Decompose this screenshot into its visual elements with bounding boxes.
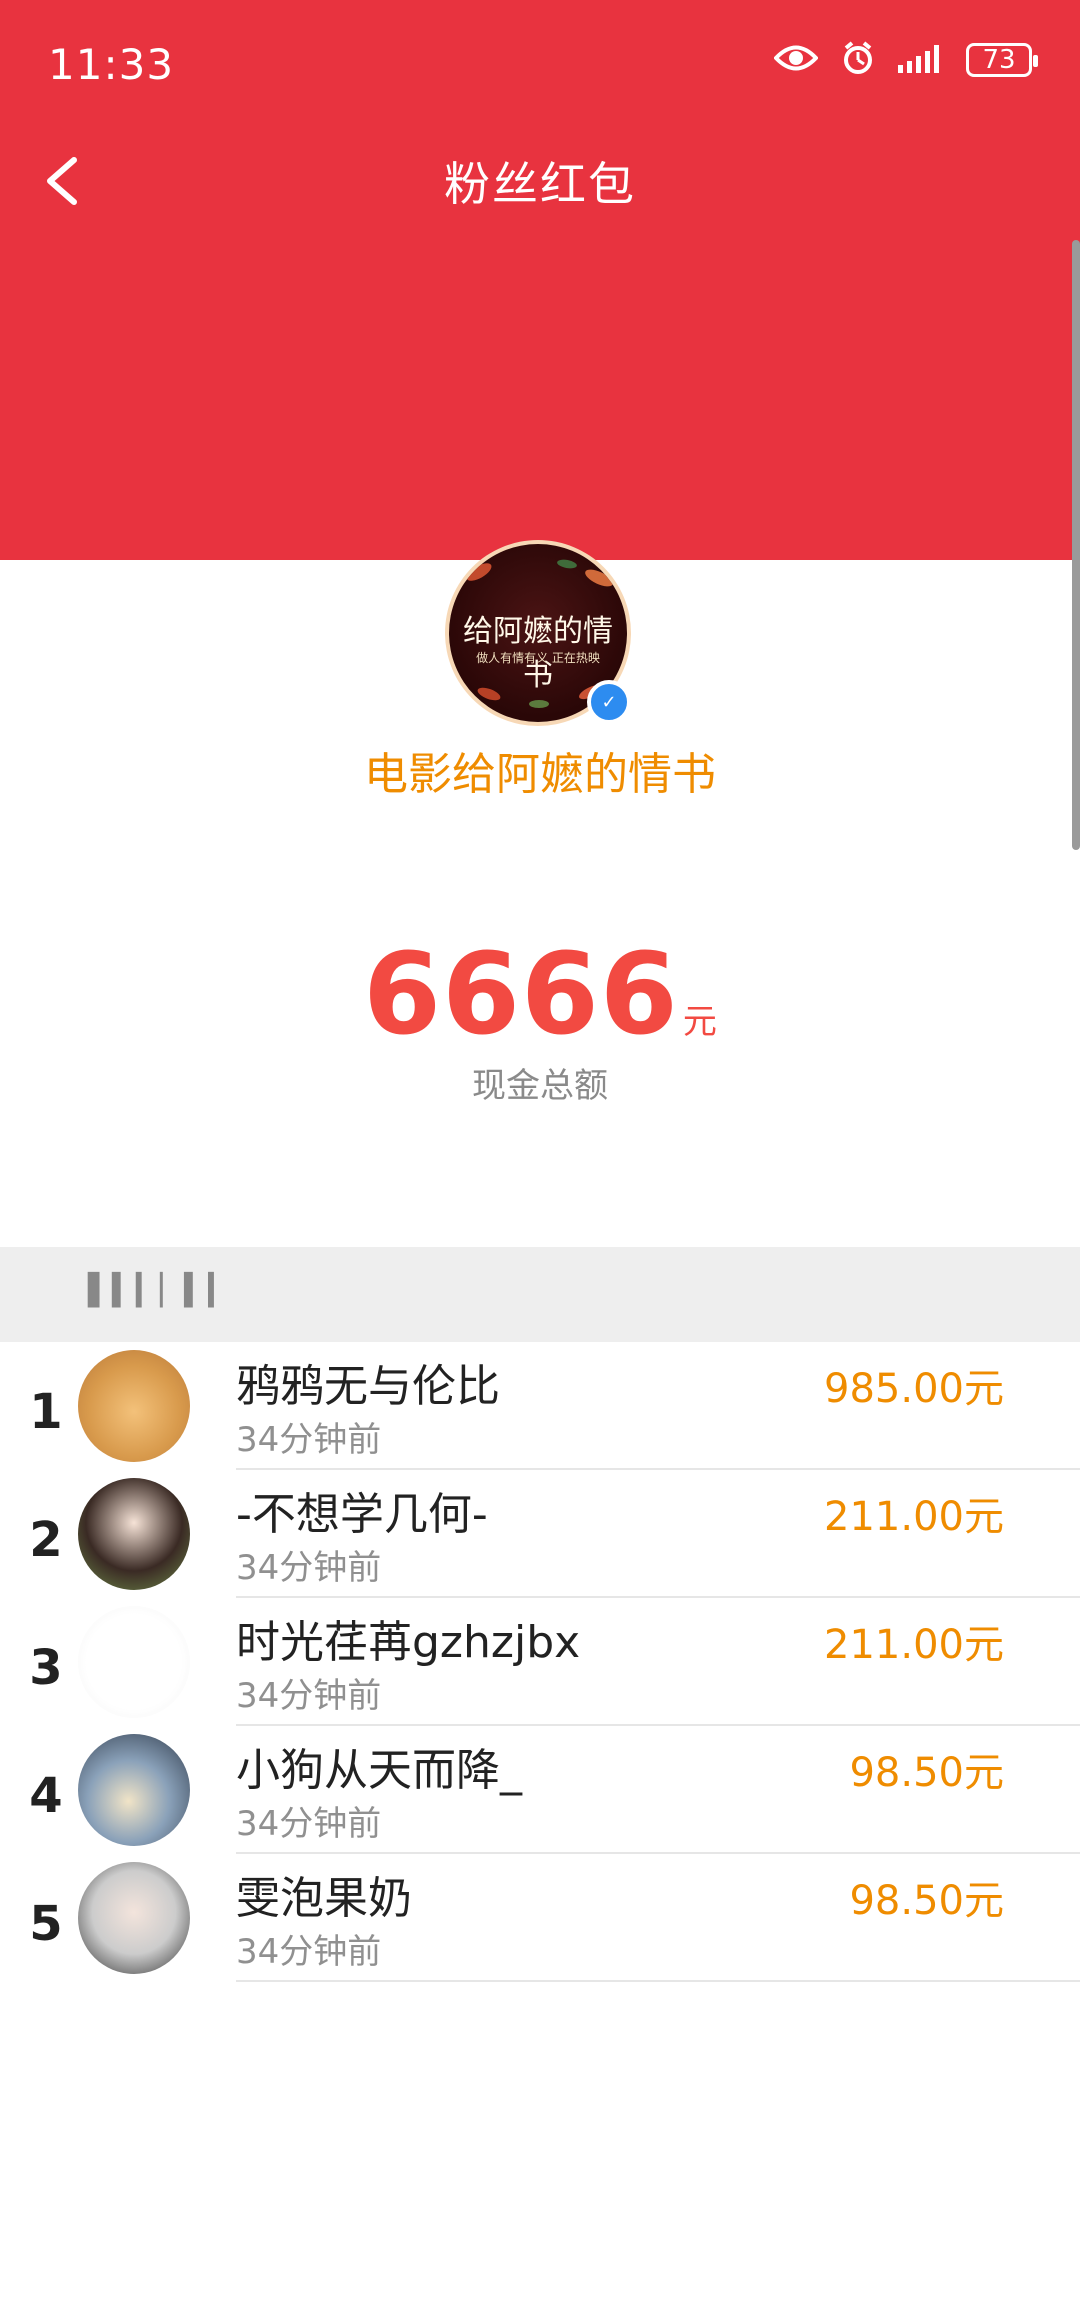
list-section-title: ▌▍▎▏▍▎	[88, 1273, 233, 1308]
received-time: 34分钟前	[236, 1932, 382, 1972]
account-avatar-subtitle: 做人有情有义 正在热映	[476, 651, 600, 665]
page-title: 粉丝红包	[444, 157, 636, 211]
status-icons: 73	[773, 40, 1038, 80]
received-amount: 985.00元	[824, 1366, 1004, 1412]
total-amount-label: 现金总额	[472, 1066, 608, 1106]
eye-icon	[773, 43, 819, 77]
received-amount: 211.00元	[824, 1622, 1004, 1668]
rank-number: 3	[29, 1640, 63, 1696]
user-avatar[interactable]	[78, 1606, 190, 1718]
user-name[interactable]: 小狗从天而降_	[236, 1734, 522, 1798]
list-item[interactable]: 4 小狗从天而降_ 34分钟前 98.50元	[0, 1726, 1080, 1854]
list-item[interactable]: 1 鸦鸦无与伦比 34分钟前 985.00元	[0, 1342, 1080, 1470]
received-time: 34分钟前	[236, 1804, 382, 1844]
status-time: 11:33	[48, 40, 175, 89]
rank-number: 2	[29, 1512, 63, 1568]
user-name[interactable]: 鸦鸦无与伦比	[236, 1350, 500, 1414]
rank-number: 1	[29, 1384, 63, 1440]
list-item[interactable]: 2 -不想学几何- 34分钟前 211.00元	[0, 1470, 1080, 1598]
list-section-header: ▌▍▎▏▍▎	[0, 1247, 1080, 1342]
list-item[interactable]: 5 雯泡果奶 34分钟前 98.50元	[0, 1854, 1080, 1982]
received-time: 34分钟前	[236, 1420, 382, 1460]
received-amount: 211.00元	[824, 1494, 1004, 1540]
alarm-icon	[840, 40, 876, 80]
nav-bar: 粉丝红包	[0, 130, 1080, 230]
rank-number: 4	[29, 1768, 63, 1824]
user-avatar[interactable]	[78, 1350, 190, 1462]
user-name[interactable]: 雯泡果奶	[236, 1862, 412, 1926]
user-avatar[interactable]	[78, 1478, 190, 1590]
signal-icon	[898, 43, 944, 77]
battery-icon: 73	[966, 43, 1038, 77]
total-amount: 6666 元	[0, 930, 1080, 1060]
list-item[interactable]: 3 时光荏苒gzhzjbx 34分钟前 211.00元	[0, 1598, 1080, 1726]
status-bar: 11:33 73	[0, 0, 1080, 130]
row-divider	[236, 1980, 1080, 1982]
received-time: 34分钟前	[236, 1548, 382, 1588]
received-amount: 98.50元	[849, 1878, 1004, 1924]
received-amount: 98.50元	[849, 1750, 1004, 1796]
account-name[interactable]: 电影给阿嬷的情书	[0, 738, 1080, 802]
total-amount-unit: 元	[682, 1002, 717, 1042]
rank-number: 5	[29, 1896, 63, 1952]
user-name[interactable]: 时光荏苒gzhzjbx	[236, 1606, 580, 1670]
received-time: 34分钟前	[236, 1676, 382, 1716]
user-name[interactable]: -不想学几何-	[236, 1478, 488, 1542]
user-avatar[interactable]	[78, 1862, 190, 1974]
user-avatar[interactable]	[78, 1734, 190, 1846]
total-amount-value: 6666	[363, 930, 679, 1060]
verified-badge-icon: ✓	[587, 680, 631, 724]
